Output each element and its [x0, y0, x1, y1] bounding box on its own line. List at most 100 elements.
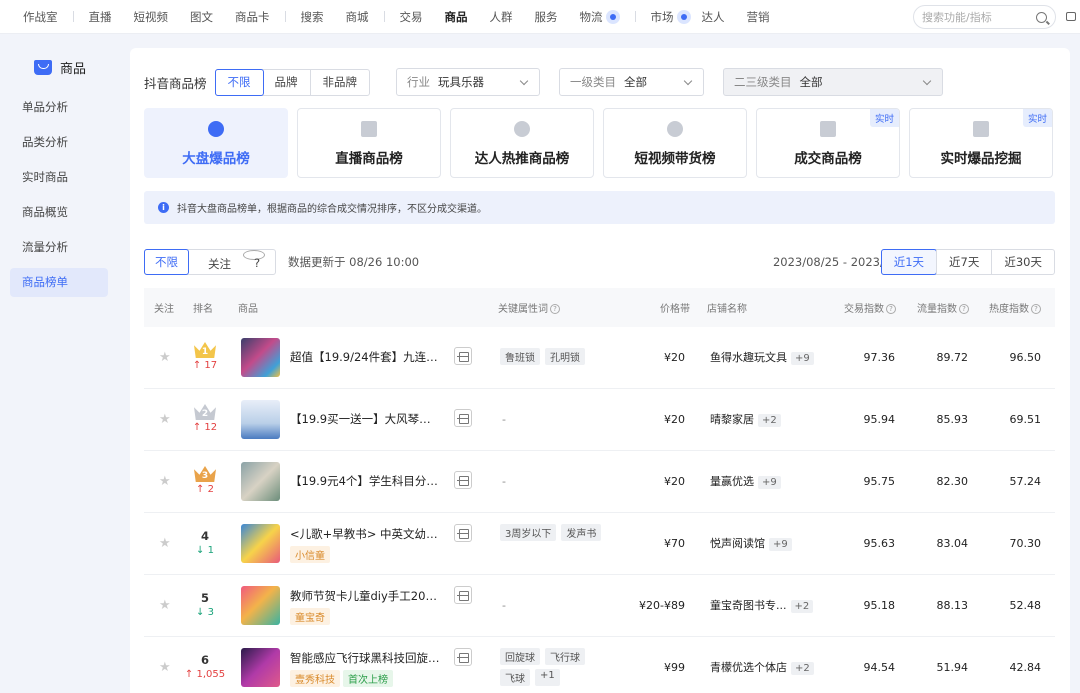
board-card-live[interactable]: 直播商品榜 — [297, 108, 441, 178]
store-more[interactable]: +2 — [758, 414, 781, 427]
search-icon[interactable] — [1036, 11, 1047, 23]
product-name[interactable]: <儿歌+早教书> 中英文幼儿... — [290, 526, 442, 542]
nav-item-logistics[interactable]: 物流 — [580, 9, 620, 25]
info-banner: i 抖音大盘商品榜单，根据商品的综合成交情况排序，不区分成交渠道。 — [144, 191, 1055, 224]
store-more[interactable]: +9 — [791, 352, 814, 365]
chevron-down-icon — [519, 76, 529, 86]
nav-item[interactable]: 商城 — [346, 9, 369, 25]
product-thumbnail[interactable] — [241, 524, 280, 563]
nav-item-market[interactable]: 市场 — [651, 9, 691, 25]
search-input[interactable]: 搜索功能/指标 — [913, 5, 1056, 29]
price: ¥20-¥89 — [639, 599, 685, 612]
brand-option-brand[interactable]: 品牌 — [263, 69, 311, 95]
product-name[interactable]: 教师节贺卡儿童diy手工2023... — [290, 588, 442, 604]
sidebar-item-single-analysis[interactable]: 单品分析 — [10, 93, 108, 122]
scan-icon[interactable] — [454, 524, 472, 542]
board-card-influencer[interactable]: 达人热推商品榜 — [450, 108, 594, 178]
period-7d[interactable]: 近7天 — [936, 250, 991, 274]
nav-item[interactable]: 商品卡 — [235, 9, 270, 25]
star-icon[interactable]: ★ — [159, 413, 171, 426]
nav-item-active[interactable]: 商品 — [445, 9, 468, 25]
message-icon[interactable] — [1066, 12, 1076, 21]
rank-delta: ↓ 3 — [196, 607, 214, 618]
star-icon[interactable]: ★ — [159, 599, 171, 612]
store-name[interactable]: 晴黎家居 +2 — [710, 411, 781, 427]
scan-icon[interactable] — [454, 648, 472, 666]
sidebar-item-rankings[interactable]: 商品榜单 — [10, 268, 108, 297]
nav-item[interactable]: 服务 — [535, 9, 558, 25]
board-card-realtime-mining[interactable]: 实时 实时爆品挖掘 — [909, 108, 1053, 178]
nav-item[interactable]: 短视频 — [134, 9, 169, 25]
follow-option-followed[interactable]: 关注? — [188, 250, 275, 274]
nav-item[interactable]: 交易 — [400, 9, 423, 25]
star-icon[interactable]: ★ — [159, 475, 171, 488]
board-card-market[interactable]: 大盘爆品榜 — [144, 108, 288, 178]
attr-more[interactable]: +1 — [535, 669, 560, 686]
sidebar-item-overview[interactable]: 商品概览 — [10, 198, 108, 227]
sidebar-item-category-analysis[interactable]: 品类分析 — [10, 128, 108, 157]
rank-cell: 1 ↑ 17 — [188, 342, 222, 371]
col-trade-wrap[interactable]: 交易指数? — [844, 300, 896, 315]
help-icon[interactable]: ? — [886, 304, 896, 314]
star-icon[interactable]: ★ — [159, 537, 171, 550]
board-card-deals[interactable]: 实时 成交商品榜 — [756, 108, 900, 178]
nav-item[interactable]: 搜索 — [301, 9, 324, 25]
product-name[interactable]: 【19.9买一送一】大风琴包试... — [290, 411, 442, 427]
nav-item[interactable]: 营销 — [747, 9, 770, 25]
star-icon[interactable]: ★ — [159, 661, 171, 674]
nav-item-label: 市场 — [650, 9, 674, 24]
product-name[interactable]: 超值【19.9/24件套】九连环... — [290, 349, 442, 365]
nav-item[interactable]: 直播 — [89, 9, 112, 25]
sidebar-item-realtime[interactable]: 实时商品 — [10, 163, 108, 192]
help-icon[interactable]: ? — [1031, 304, 1041, 314]
star-icon[interactable]: ★ — [159, 351, 171, 364]
follow-option-all[interactable]: 不限 — [144, 249, 189, 275]
table-row[interactable]: ★ 6 ↑ 1,055 智能感应飞行球黑科技回旋飞... 壹秀科技 首次上榜 回旋… — [144, 637, 1055, 693]
table-row[interactable]: ★ 4 ↓ 1 <儿歌+早教书> 中英文幼儿... 小信童 3周岁以下 发声书 ¥7… — [144, 513, 1055, 575]
nav-item[interactable]: 作战室 — [23, 9, 58, 25]
nav-item[interactable]: 图文 — [190, 9, 213, 25]
product-name[interactable]: 【19.9元4个】学生科目分类... — [290, 473, 442, 489]
store-name[interactable]: 青檬优选个体店 +2 — [710, 659, 814, 675]
board-card-short-video[interactable]: 短视频带货榜 — [603, 108, 747, 178]
period-30d[interactable]: 近30天 — [991, 250, 1054, 274]
product-name[interactable]: 智能感应飞行球黑科技回旋飞... — [290, 650, 442, 666]
col-heat-wrap[interactable]: 热度指数? — [989, 300, 1041, 315]
nav-item[interactable]: 达人 — [702, 9, 725, 25]
table-row[interactable]: ★ 2 ↑ 12 【19.9买一送一】大风琴包试... - ¥20 晴黎家居 +2 … — [144, 389, 1055, 451]
help-icon[interactable]: ? — [550, 304, 560, 314]
help-icon[interactable]: ? — [243, 250, 265, 270]
product-thumbnail[interactable] — [241, 400, 280, 439]
scan-icon[interactable] — [454, 586, 472, 604]
store-more[interactable]: +9 — [769, 538, 792, 551]
brand-option-non-brand[interactable]: 非品牌 — [311, 70, 370, 95]
store-name[interactable]: 量赢优选 +9 — [710, 473, 781, 489]
scan-icon[interactable] — [454, 471, 472, 489]
help-icon[interactable]: ? — [959, 304, 969, 314]
category23-select[interactable]: 二三级类目 全部 — [723, 68, 943, 96]
nav-item[interactable]: 人群 — [490, 9, 513, 25]
period-1d[interactable]: 近1天 — [880, 249, 938, 275]
table-row[interactable]: ★ 1 ↑ 17 超值【19.9/24件套】九连环... 鲁班锁 孔明锁 ¥20 鱼… — [144, 327, 1055, 389]
industry-select[interactable]: 行业 玩具乐器 — [396, 68, 540, 96]
product-thumbnail[interactable] — [241, 586, 280, 625]
product-thumbnail[interactable] — [241, 648, 280, 687]
brand-option-all[interactable]: 不限 — [214, 68, 264, 96]
product-thumbnail[interactable] — [241, 338, 280, 377]
store-more[interactable]: +2 — [791, 662, 814, 675]
update-time: 数据更新于 08/26 10:00 — [288, 255, 420, 269]
table-row[interactable]: ★ 5 ↓ 3 教师节贺卡儿童diy手工2023... 童宝奇 - ¥20-¥89… — [144, 575, 1055, 637]
store-more[interactable]: +9 — [758, 476, 781, 489]
store-name[interactable]: 悦声阅读馆 +9 — [710, 535, 792, 551]
category1-select[interactable]: 一级类目 全部 — [559, 68, 704, 96]
sidebar-item-traffic[interactable]: 流量分析 — [10, 233, 108, 262]
col-traffic-wrap[interactable]: 流量指数? — [917, 300, 969, 315]
crown-gold-icon: 1 — [194, 342, 216, 358]
scan-icon[interactable] — [454, 347, 472, 365]
store-more[interactable]: +2 — [790, 600, 814, 613]
table-row[interactable]: ★ 3 ↑ 2 【19.9元4个】学生科目分类... - ¥20 量赢优选 +9 9… — [144, 451, 1055, 513]
product-thumbnail[interactable] — [241, 462, 280, 501]
store-name[interactable]: 鱼得水趣玩文具 +9 — [710, 349, 814, 365]
store-name[interactable]: 童宝奇图书专... +2 — [710, 597, 814, 613]
scan-icon[interactable] — [454, 409, 472, 427]
